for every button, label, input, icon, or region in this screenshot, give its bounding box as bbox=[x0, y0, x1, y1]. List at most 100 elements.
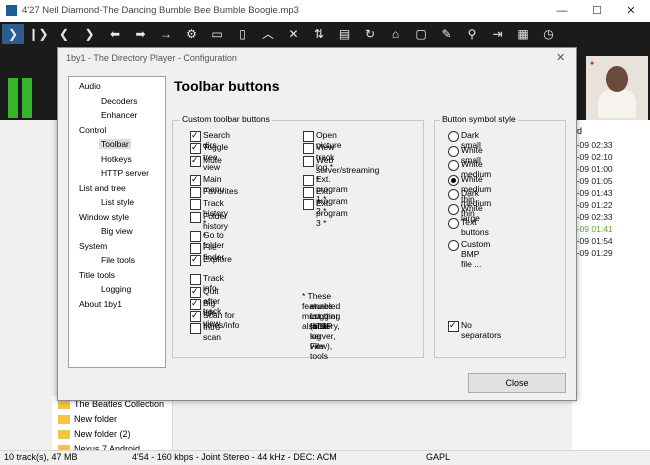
checkbox[interactable] bbox=[303, 174, 314, 186]
nav-item-big-view[interactable]: Big view bbox=[99, 226, 135, 236]
checkbox[interactable] bbox=[303, 199, 314, 211]
checkbox[interactable] bbox=[190, 230, 201, 242]
checkbox-label[interactable]: Ext. program 3 * bbox=[316, 198, 348, 228]
checkbox-label[interactable]: Favorites bbox=[203, 186, 238, 196]
list-item[interactable]: 4-09 01:41 bbox=[572, 224, 613, 234]
nav-item-title-tools[interactable]: Title tools bbox=[77, 270, 117, 280]
nav-item-list-and-tree[interactable]: List and tree bbox=[77, 183, 128, 193]
gear-icon[interactable]: ⚙ bbox=[181, 24, 203, 44]
checkbox-label[interactable]: Intro scan bbox=[203, 322, 221, 342]
checkbox[interactable] bbox=[190, 323, 201, 335]
list-item[interactable]: 4-09 01:22 bbox=[572, 200, 613, 210]
nav-item-audio[interactable]: Audio bbox=[77, 81, 103, 91]
checkbox-label[interactable]: Explore bbox=[203, 254, 232, 264]
nav-item-list-style[interactable]: List style bbox=[99, 197, 136, 207]
nav-item-http-server[interactable]: HTTP server bbox=[99, 168, 151, 178]
album-cover: ● bbox=[586, 56, 648, 120]
checkbox[interactable] bbox=[190, 155, 201, 167]
nav-item-enhancer[interactable]: Enhancer bbox=[99, 110, 139, 120]
repeat-icon[interactable]: ↻ bbox=[359, 24, 381, 44]
sort-icon[interactable]: ⇅ bbox=[308, 24, 330, 44]
tree-item[interactable]: New folder (2) bbox=[74, 429, 131, 439]
previous-icon[interactable]: ❮ bbox=[53, 24, 75, 44]
play-icon[interactable]: ❯ bbox=[2, 24, 24, 44]
list-icon[interactable]: ▦ bbox=[512, 24, 534, 44]
page-title: Toolbar buttons bbox=[174, 78, 280, 94]
radio-button[interactable] bbox=[448, 145, 459, 157]
box-icon[interactable]: ▤ bbox=[334, 24, 356, 44]
checkbox[interactable] bbox=[190, 174, 201, 186]
radio-button[interactable] bbox=[448, 174, 459, 186]
checkbox-label[interactable]: Mute bbox=[203, 155, 222, 165]
radio-button[interactable] bbox=[448, 203, 459, 215]
checkbox[interactable] bbox=[190, 199, 201, 211]
checkbox[interactable] bbox=[190, 274, 201, 286]
folder-icon bbox=[58, 400, 70, 409]
search-icon[interactable]: ⚲ bbox=[461, 24, 483, 44]
export-icon[interactable]: ⇥ bbox=[487, 24, 509, 44]
home-icon[interactable]: ⌂ bbox=[385, 24, 407, 44]
radio-label[interactable]: Custom BMP file ... bbox=[461, 239, 490, 269]
checkbox[interactable] bbox=[190, 130, 201, 142]
list-item[interactable]: 4-09 02:33 bbox=[572, 140, 613, 150]
list-item[interactable]: 4-09 01:54 bbox=[572, 236, 613, 246]
monitor-icon[interactable]: ▢ bbox=[410, 24, 432, 44]
window-icon[interactable]: ▭ bbox=[206, 24, 228, 44]
nav-item-toolbar[interactable]: Toolbar bbox=[99, 139, 131, 149]
close-button[interactable]: Close bbox=[468, 373, 566, 393]
arrow-right-icon[interactable]: → bbox=[155, 24, 177, 44]
checkbox[interactable] bbox=[190, 310, 201, 323]
list-item[interactable]: 4-09 01:43 bbox=[572, 188, 613, 198]
up-icon[interactable]: ︿ bbox=[257, 24, 279, 44]
back-icon[interactable]: ⬅ bbox=[104, 24, 126, 44]
checkbox[interactable] bbox=[190, 211, 201, 223]
checkbox[interactable] bbox=[190, 142, 201, 155]
list-item[interactable]: 4-09 02:10 bbox=[572, 152, 613, 162]
radio-button[interactable] bbox=[448, 189, 459, 200]
minimize-button[interactable]: — bbox=[545, 2, 579, 20]
radio-button[interactable] bbox=[448, 131, 459, 142]
nav-item-about-1by1[interactable]: About 1by1 bbox=[77, 299, 124, 309]
forward-icon[interactable]: ➡ bbox=[130, 24, 152, 44]
radio-button[interactable] bbox=[448, 239, 459, 251]
settings-nav-tree: Audio Decoders Enhancer Control Toolbar Hotke… bbox=[68, 76, 166, 368]
checkbox[interactable] bbox=[303, 131, 314, 142]
list-item[interactable]: 4-09 02:33 bbox=[572, 212, 613, 222]
nav-item-hotkeys[interactable]: Hotkeys bbox=[99, 154, 134, 164]
nav-item-decoders[interactable]: Decoders bbox=[99, 96, 139, 106]
nav-item-logging[interactable]: Logging bbox=[99, 284, 133, 294]
nav-item-control[interactable]: Control bbox=[77, 125, 108, 135]
clock-icon[interactable]: ◷ bbox=[538, 24, 560, 44]
next-icon[interactable]: ❯ bbox=[79, 24, 101, 44]
tree-item[interactable]: New folder bbox=[74, 414, 117, 424]
no-separators-checkbox[interactable] bbox=[448, 320, 459, 332]
list-item[interactable]: 4-09 01:00 bbox=[572, 164, 613, 174]
checkbox[interactable] bbox=[190, 254, 201, 267]
checkbox[interactable] bbox=[303, 186, 314, 198]
nav-item-window-style[interactable]: Window style bbox=[77, 212, 131, 222]
checkbox[interactable] bbox=[190, 286, 201, 298]
checkbox[interactable] bbox=[190, 186, 201, 198]
close-icon[interactable]: ✕ bbox=[283, 24, 305, 44]
no-separators-label[interactable]: No separators bbox=[461, 320, 501, 340]
window-close-button[interactable]: ✕ bbox=[614, 2, 648, 20]
radio-label[interactable]: Text buttons bbox=[461, 217, 489, 237]
panel-icon[interactable]: ▯ bbox=[232, 24, 254, 44]
radio-button[interactable] bbox=[448, 160, 459, 171]
list-item[interactable]: 4-09 01:29 bbox=[572, 248, 613, 258]
pencil-icon[interactable]: ✎ bbox=[436, 24, 458, 44]
config-dialog: 1by1 - The Directory Player - Configurat… bbox=[57, 47, 577, 401]
list-item[interactable]: 4-09 01:05 bbox=[572, 176, 613, 186]
radio-button[interactable] bbox=[448, 218, 459, 229]
play-pause-icon[interactable]: ❙❯ bbox=[28, 24, 50, 44]
nav-item-file-tools[interactable]: File tools bbox=[99, 255, 137, 265]
checkbox[interactable] bbox=[190, 242, 201, 254]
nav-item-system[interactable]: System bbox=[77, 241, 109, 251]
title-bar: 4'27 Neil Diamond-The Dancing Bumble Bee… bbox=[0, 0, 650, 22]
checkbox[interactable] bbox=[303, 143, 314, 155]
maximize-button[interactable]: ☐ bbox=[580, 2, 614, 20]
checkbox[interactable] bbox=[303, 155, 314, 167]
dialog-close-icon[interactable]: ✕ bbox=[556, 51, 565, 64]
tree-scrollbar[interactable] bbox=[172, 396, 187, 452]
checkbox[interactable] bbox=[190, 298, 201, 310]
